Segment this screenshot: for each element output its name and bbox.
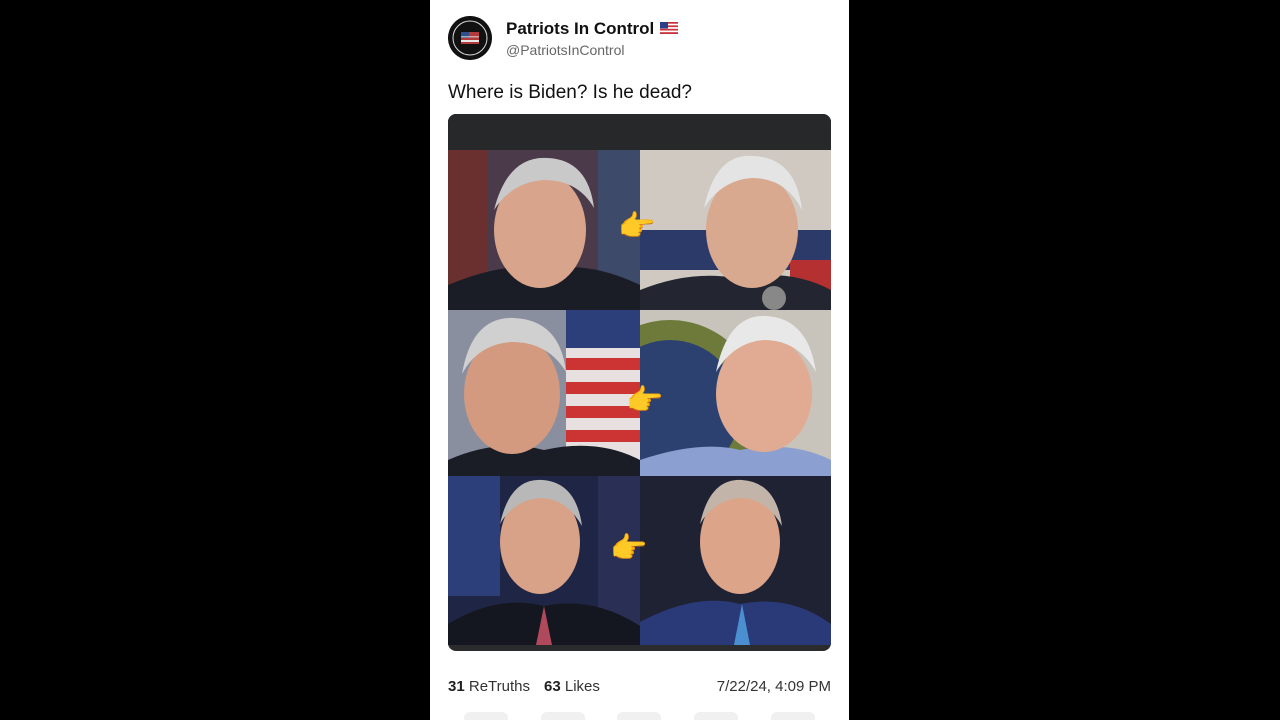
- post-text: Where is Biden? Is he dead?: [448, 82, 692, 103]
- photo-1: [448, 150, 640, 310]
- avatar[interactable]: [448, 16, 492, 60]
- share-button[interactable]: [694, 712, 739, 720]
- retruth-button[interactable]: [540, 712, 585, 720]
- more-button[interactable]: [770, 712, 815, 720]
- likes-stat[interactable]: 63 Likes: [544, 678, 600, 695]
- image-top-bar: [448, 114, 831, 150]
- author-handle[interactable]: @PatriotsInControl: [506, 42, 678, 58]
- likes-count: 63: [544, 677, 561, 695]
- post-header: Patriots In Control @PatriotsInControl: [448, 16, 679, 60]
- pointing-right-hand-icon: 👉: [626, 384, 664, 417]
- retruths-count: 31: [448, 677, 465, 695]
- post-stats-bar: 31 ReTruths 63 Likes 7/22/24, 4:09 PM: [448, 676, 831, 696]
- likes-label: Likes: [564, 677, 600, 695]
- photo-4: [640, 310, 831, 476]
- us-flag-icon: [660, 19, 679, 39]
- photo-6: [640, 476, 831, 645]
- author-display-name-text: Patriots In Control: [506, 18, 655, 38]
- post-card: Patriots In Control @PatriotsInControl W…: [430, 0, 849, 720]
- post-timestamp: 7/22/24, 4:09 PM: [716, 677, 831, 695]
- pointing-right-hand-icon: 👉: [618, 210, 656, 243]
- post-image[interactable]: 👉 👉 👉: [448, 114, 831, 651]
- author-display-name[interactable]: Patriots In Control: [506, 18, 679, 39]
- photo-2: [640, 150, 831, 310]
- action-bar-partial: [448, 712, 831, 720]
- reply-button[interactable]: [464, 712, 509, 720]
- author-names: Patriots In Control @PatriotsInControl: [506, 18, 679, 58]
- pointing-right-hand-icon: 👉: [610, 532, 648, 565]
- photo-3: [448, 310, 640, 476]
- like-button[interactable]: [617, 712, 662, 720]
- image-collage: 👉 👉 👉: [448, 150, 831, 645]
- retruths-stat[interactable]: 31 ReTruths: [448, 678, 530, 695]
- retruths-label: ReTruths: [468, 677, 530, 695]
